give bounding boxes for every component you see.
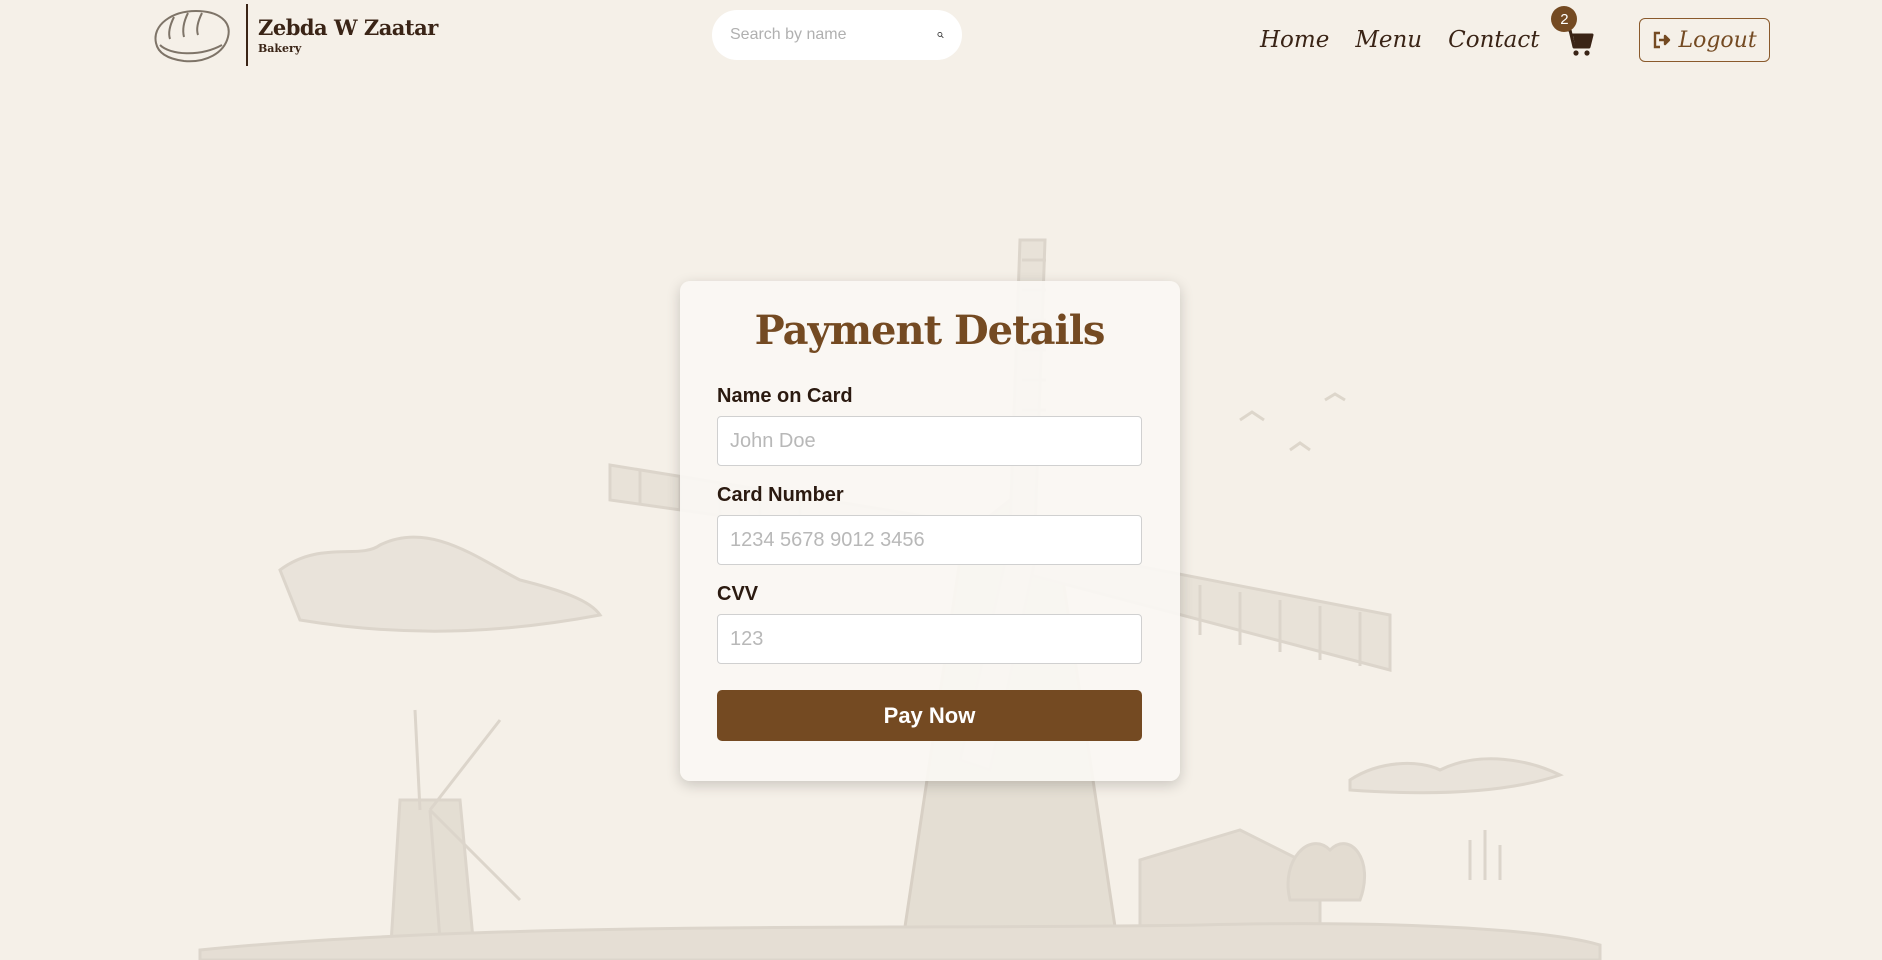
payment-page: Zebda W Zaatar Bakery Home Menu Contact bbox=[0, 0, 1882, 960]
brand-text: Zebda W Zaatar Bakery bbox=[258, 15, 438, 55]
cvv-label: CVV bbox=[717, 583, 759, 605]
card-number-input[interactable] bbox=[717, 515, 1142, 565]
search-input[interactable] bbox=[730, 26, 937, 44]
brand-logo[interactable]: Zebda W Zaatar Bakery bbox=[150, 4, 438, 66]
logout-button[interactable]: Logout bbox=[1639, 18, 1771, 62]
card-number-label: Card Number bbox=[717, 484, 844, 506]
payment-card: Payment Details Name on Card Card Number… bbox=[680, 281, 1180, 781]
brand-divider bbox=[246, 4, 248, 66]
pay-now-button[interactable]: Pay Now bbox=[717, 690, 1142, 741]
name-on-card-input[interactable] bbox=[717, 416, 1142, 466]
cart-button[interactable]: 2 bbox=[1551, 6, 1599, 58]
nav-menu-link[interactable]: Menu bbox=[1355, 27, 1422, 53]
brand-subtitle: Bakery bbox=[258, 42, 302, 55]
logout-icon bbox=[1654, 31, 1671, 49]
logout-label: Logout bbox=[1678, 27, 1757, 53]
search-bar bbox=[712, 10, 962, 60]
nav-contact-link[interactable]: Contact bbox=[1448, 27, 1539, 53]
main-nav: Home Menu Contact 2 Logout bbox=[1260, 6, 1771, 62]
search-icon[interactable] bbox=[937, 24, 944, 46]
cvv-input[interactable] bbox=[717, 614, 1142, 664]
bread-logo-icon bbox=[154, 9, 230, 63]
brand-name: Zebda W Zaatar bbox=[258, 15, 438, 40]
nav-home-link[interactable]: Home bbox=[1260, 27, 1329, 53]
name-on-card-label: Name on Card bbox=[717, 385, 853, 407]
payment-title: Payment Details bbox=[754, 307, 1106, 354]
site-header: Zebda W Zaatar Bakery Home Menu Contact bbox=[0, 0, 1882, 72]
